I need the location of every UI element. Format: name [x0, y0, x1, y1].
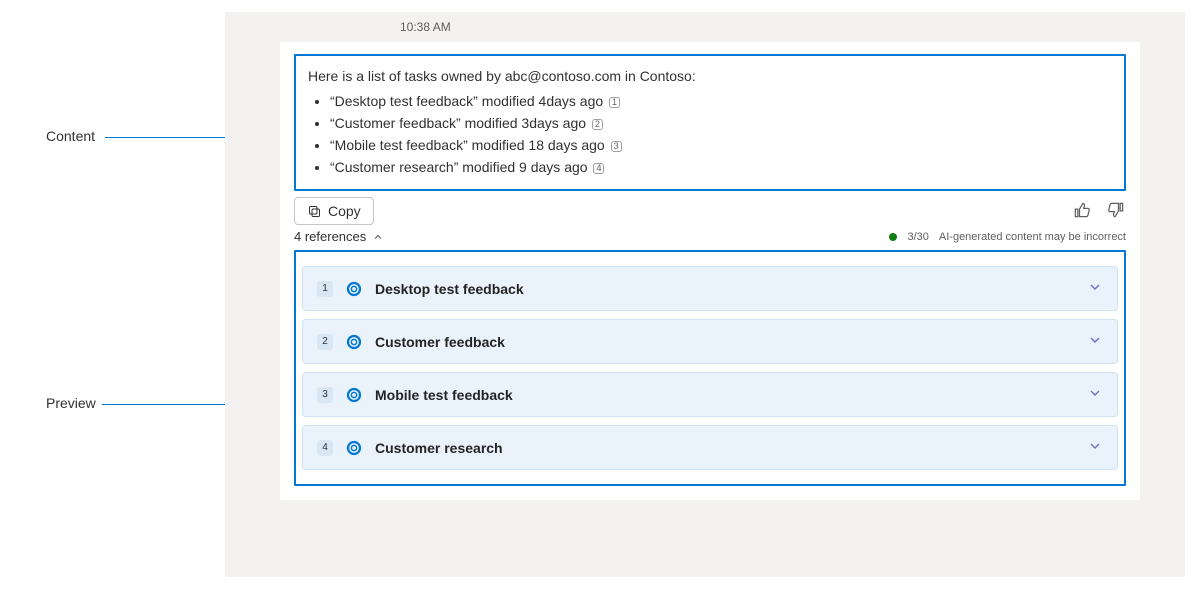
chevron-down-icon	[1087, 385, 1103, 404]
citation-marker[interactable]: 2	[592, 119, 603, 130]
thumbs-down-icon[interactable]	[1106, 200, 1126, 223]
content-item: “Mobile test feedback” modified 18 days …	[330, 135, 1112, 156]
reference-number: 3	[317, 387, 333, 403]
reference-number: 1	[317, 281, 333, 297]
timestamp: 10:38 AM	[400, 20, 1185, 34]
reference-item[interactable]: 2 Customer feedback	[302, 319, 1118, 364]
reference-number: 4	[317, 440, 333, 456]
annotation-preview: Preview	[46, 395, 96, 411]
content-item-text: “Customer research” modified 9 days ago	[330, 159, 588, 175]
content-item: “Desktop test feedback” modified 4days a…	[330, 91, 1112, 112]
status-dot-icon	[889, 233, 897, 241]
citation-marker[interactable]: 4	[593, 163, 604, 174]
reference-source-icon	[345, 333, 363, 351]
content-list: “Desktop test feedback” modified 4days a…	[330, 91, 1112, 178]
copy-button[interactable]: Copy	[294, 197, 374, 225]
chevron-down-icon	[1087, 332, 1103, 351]
reference-title: Customer research	[375, 440, 1075, 456]
actions-row: Copy	[294, 197, 1126, 225]
content-section: Here is a list of tasks owned by abc@con…	[294, 54, 1126, 191]
reference-source-icon	[345, 439, 363, 457]
reference-item[interactable]: 1 Desktop test feedback	[302, 266, 1118, 311]
content-item: “Customer research” modified 9 days ago …	[330, 157, 1112, 178]
references-toggle[interactable]: 4 references	[294, 229, 384, 244]
content-item-text: “Mobile test feedback” modified 18 days …	[330, 137, 605, 153]
reference-number: 2	[317, 334, 333, 350]
citation-marker[interactable]: 3	[611, 141, 622, 152]
meta-row: 4 references 3/30 AI-generated content m…	[294, 229, 1126, 244]
feedback-group	[1072, 200, 1126, 223]
page-background: 10:38 AM Here is a list of tasks owned b…	[225, 12, 1185, 577]
reference-title: Mobile test feedback	[375, 387, 1075, 403]
content-item: “Customer feedback” modified 3days ago 2	[330, 113, 1112, 134]
reference-item[interactable]: 3 Mobile test feedback	[302, 372, 1118, 417]
usage-counter: 3/30	[907, 231, 928, 243]
reference-title: Customer feedback	[375, 334, 1075, 350]
reference-source-icon	[345, 280, 363, 298]
citation-marker[interactable]: 1	[609, 97, 620, 108]
meta-right: 3/30 AI-generated content may be incorre…	[889, 231, 1126, 243]
reference-source-icon	[345, 386, 363, 404]
reference-item[interactable]: 4 Customer research	[302, 425, 1118, 470]
chevron-down-icon	[1087, 279, 1103, 298]
copy-icon	[307, 204, 322, 219]
reference-title: Desktop test feedback	[375, 281, 1075, 297]
thumbs-up-icon[interactable]	[1072, 200, 1092, 223]
content-intro: Here is a list of tasks owned by abc@con…	[308, 66, 1112, 87]
preview-section: 1 Desktop test feedback 2 Customer feedb…	[294, 250, 1126, 486]
content-item-text: “Customer feedback” modified 3days ago	[330, 115, 586, 131]
annotation-content: Content	[46, 128, 95, 144]
ai-disclaimer: AI-generated content may be incorrect	[939, 231, 1126, 243]
chevron-down-icon	[1087, 438, 1103, 457]
copy-button-label: Copy	[328, 203, 361, 219]
response-card: Here is a list of tasks owned by abc@con…	[280, 42, 1140, 500]
content-item-text: “Desktop test feedback” modified 4days a…	[330, 93, 603, 109]
references-label: 4 references	[294, 229, 366, 244]
chevron-up-icon	[372, 231, 384, 243]
